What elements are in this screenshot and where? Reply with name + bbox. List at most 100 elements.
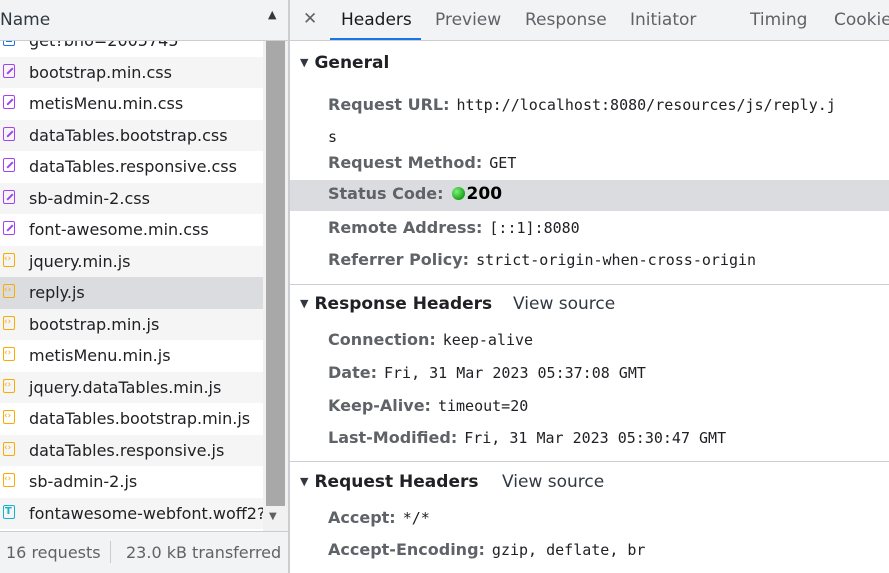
header-value: Fri, 31 Mar 2023 05:30:47 GMT	[464, 429, 727, 447]
script-file-icon	[3, 378, 15, 393]
name-column-header[interactable]: Name ▲	[0, 0, 288, 41]
request-list: get?bno=2005745 bootstrap.min.css metisMen…	[0, 41, 263, 531]
summary-divider	[110, 541, 111, 563]
active-tab-indicator	[330, 38, 421, 40]
stylesheet-file-icon	[3, 158, 15, 172]
stylesheet-file-icon	[3, 63, 15, 78]
request-headers-view-source-link[interactable]: View source	[502, 472, 604, 492]
close-details-icon[interactable]: ✕	[303, 9, 317, 29]
status-code-value: 200	[466, 184, 503, 204]
expand-triangle-icon: ▼	[300, 475, 309, 488]
request-file-name: metisMenu.min.js	[29, 346, 171, 365]
response-headers-section-toggle[interactable]: ▼ Response Headers	[300, 294, 492, 314]
section-divider	[290, 284, 889, 285]
response-header-row: Date: Fri, 31 Mar 2023 05:37:08 GMT	[328, 363, 883, 382]
request-headers-section-toggle[interactable]: ▼ Request Headers	[300, 472, 478, 492]
remote-address-value: [::1]:8080	[489, 219, 580, 237]
request-details-pane: ✕ Headers Preview Response Initiator Tim…	[290, 0, 889, 573]
header-key: Accept-Encoding:	[328, 540, 485, 559]
request-file-name: get?bno=2005745	[29, 41, 179, 50]
request-list-item[interactable]: dataTables.responsive.js	[0, 434, 263, 466]
script-file-icon	[3, 346, 15, 361]
remote-address-key: Remote Address:	[328, 218, 483, 237]
script-file-icon	[3, 472, 15, 487]
request-list-item[interactable]: metisMenu.min.css	[0, 88, 263, 120]
scroll-down-arrow-icon[interactable]: ▼	[269, 511, 277, 522]
request-file-name: dataTables.bootstrap.min.js	[29, 409, 251, 428]
tab-preview[interactable]: Preview	[435, 10, 501, 30]
request-count: 16 requests	[6, 543, 101, 562]
header-key: Date:	[328, 363, 377, 382]
request-method-row: Request Method: GET	[328, 153, 883, 172]
request-list-item[interactable]: bootstrap.min.js	[0, 308, 263, 340]
request-list-item[interactable]: dataTables.responsive.css	[0, 151, 263, 183]
request-list-item[interactable]: sb-admin-2.css	[0, 182, 263, 214]
referrer-policy-row: Referrer Policy: strict-origin-when-cross…	[328, 250, 883, 269]
font-file-icon	[3, 504, 15, 519]
stylesheet-file-icon	[3, 126, 15, 141]
response-header-row: Keep-Alive: timeout=20	[328, 396, 883, 415]
header-key: Accept:	[328, 508, 396, 527]
request-file-name: font-awesome.min.css	[29, 220, 209, 239]
header-key: Connection:	[328, 330, 436, 349]
request-file-name: sb-admin-2.js	[29, 472, 138, 491]
summary-bar: 16 requests 23.0 kB transferred	[0, 531, 288, 573]
stylesheet-file-icon	[3, 189, 15, 204]
response-header-row: Connection: keep-alive	[328, 330, 883, 349]
sort-ascending-icon[interactable]: ▲	[268, 8, 276, 21]
script-file-icon	[3, 283, 15, 298]
details-tab-bar: ✕ Headers Preview Response Initiator Tim…	[290, 0, 889, 41]
header-key: Last-Modified:	[328, 428, 458, 447]
request-url-key: Request URL:	[328, 95, 450, 114]
stylesheet-file-icon	[3, 221, 15, 235]
request-list-item[interactable]: bootstrap.min.css	[0, 56, 263, 88]
status-ok-dot-icon	[451, 187, 465, 200]
request-list-item[interactable]: dataTables.bootstrap.min.js	[0, 403, 263, 435]
expand-triangle-icon: ▼	[300, 56, 309, 69]
script-file-icon	[3, 409, 15, 424]
document-file-icon	[3, 41, 15, 46]
request-list-item[interactable]: jquery.dataTables.min.js	[0, 371, 263, 403]
request-file-name: bootstrap.min.js	[29, 314, 160, 334]
request-list-item[interactable]: metisMenu.min.js	[0, 340, 263, 372]
tab-headers[interactable]: Headers	[341, 10, 412, 30]
request-url-value-wrap: s	[328, 128, 338, 146]
request-list-item[interactable]: font-awesome.min.css	[0, 214, 263, 246]
status-code-row: Status Code: 200	[328, 184, 883, 204]
general-section-toggle[interactable]: ▼ General	[300, 53, 389, 73]
header-value: gzip, deflate, br	[491, 541, 646, 559]
request-method-value: GET	[489, 154, 517, 172]
request-list-scrollbar[interactable]: ▼	[263, 41, 288, 531]
request-file-name: fontawesome-webfont.woff2?	[29, 503, 263, 523]
header-key: Keep-Alive:	[328, 396, 431, 415]
referrer-policy-value: strict-origin-when-cross-origin	[476, 251, 757, 269]
request-header-row: Accept: */*	[328, 508, 883, 527]
request-file-name: bootstrap.min.css	[29, 62, 172, 82]
header-value: */*	[402, 509, 430, 527]
tab-cookies[interactable]: Cookies	[834, 10, 889, 30]
status-code-key: Status Code:	[328, 184, 444, 203]
general-section-title: General	[314, 53, 390, 73]
response-headers-title: Response Headers	[314, 294, 493, 314]
request-file-name: dataTables.bootstrap.css	[29, 125, 228, 145]
request-url-value: http://localhost:8080/resources/js/reply…	[456, 96, 836, 114]
tab-timing[interactable]: Timing	[750, 10, 807, 30]
scrollbar-thumb[interactable]	[266, 41, 285, 506]
script-file-icon	[3, 315, 15, 330]
script-file-icon	[3, 441, 15, 456]
request-list-item[interactable]: get?bno=2005745	[0, 41, 263, 57]
request-list-item[interactable]: dataTables.bootstrap.css	[0, 119, 263, 151]
request-list-item[interactable]: sb-admin-2.js	[0, 466, 263, 498]
request-list-item[interactable]: fontawesome-webfont.woff2?	[0, 497, 263, 529]
request-list-item[interactable]: reply.js	[0, 277, 263, 309]
request-list-item[interactable]: jquery.min.js	[0, 245, 263, 277]
request-file-name: sb-admin-2.css	[29, 188, 150, 208]
remote-address-row: Remote Address: [::1]:8080	[328, 218, 883, 237]
request-file-name: reply.js	[29, 283, 85, 302]
request-method-key: Request Method:	[328, 153, 483, 172]
request-header-row: Accept-Encoding: gzip, deflate, br	[328, 540, 883, 559]
tab-initiator[interactable]: Initiator	[630, 10, 696, 30]
transferred-size: 23.0 kB transferred	[126, 543, 282, 562]
tab-response[interactable]: Response	[525, 10, 607, 30]
response-headers-view-source-link[interactable]: View source	[513, 294, 615, 314]
